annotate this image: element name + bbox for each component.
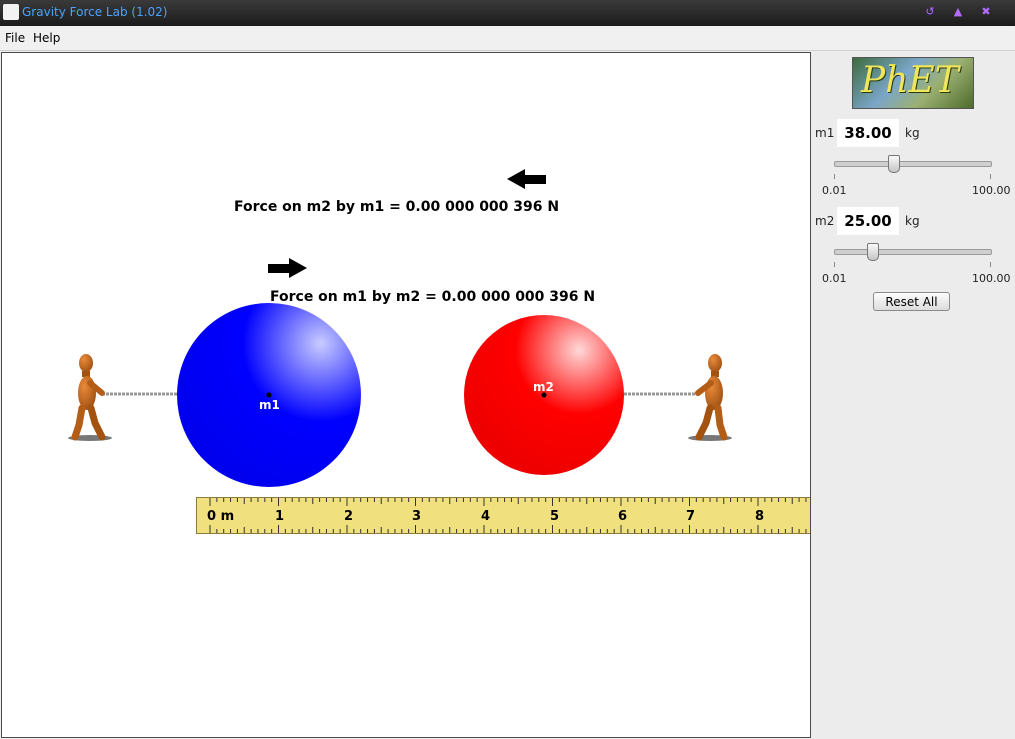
phet-logo: PhET [852, 57, 974, 109]
force-on-m2-label: Force on m2 by m1 = 0.00 000 000 396 N [234, 199, 560, 215]
ruler-label-3: 3 [412, 509, 422, 524]
ruler-label-6: 6 [618, 509, 628, 524]
measuring-ruler[interactable]: 0 m 1 2 3 4 5 6 7 8 [196, 497, 810, 534]
m2-value-field[interactable]: 25.00 [837, 207, 899, 235]
ruler-label-0: 0 m [207, 509, 235, 524]
menu-help[interactable]: Help [33, 31, 60, 45]
m1-slider-min-tick [834, 174, 835, 179]
restore-icon[interactable]: ↺ [922, 4, 938, 20]
m1-slider-thumb[interactable] [888, 155, 900, 173]
left-puller-figure [68, 354, 112, 441]
m2-slider-min: 0.01 [822, 272, 847, 285]
title-bar: Gravity Force Lab (1.02) ↺ ▲ ✖ [0, 0, 1015, 26]
force-arrow-left [507, 169, 546, 189]
m2-unit-label: kg [905, 214, 920, 228]
ruler-label-5: 5 [550, 509, 560, 524]
force-on-m1-label: Force on m1 by m2 = 0.00 000 000 396 N [270, 289, 596, 305]
ruler-label-7: 7 [686, 509, 696, 524]
m1-slider-max-tick [990, 174, 991, 179]
maximize-icon[interactable]: ▲ [950, 4, 966, 20]
m2-slider-min-tick [834, 262, 835, 267]
sim-svg [68, 169, 732, 487]
m1-value-field[interactable]: 38.00 [837, 119, 899, 147]
close-icon[interactable]: ✖ [978, 4, 994, 20]
control-panel: PhET m1 38.00 kg 0.01 100.00 m2 25.00 kg… [811, 52, 1015, 739]
ruler-label-1: 1 [275, 509, 285, 524]
m2-slider-track[interactable] [834, 249, 992, 255]
ruler-label-4: 4 [481, 509, 491, 524]
reset-all-button[interactable]: Reset All [873, 292, 950, 311]
mass-m1-center-dot [266, 392, 272, 398]
java-app-icon [3, 4, 19, 20]
m1-slider-max: 100.00 [972, 184, 1011, 197]
m2-slider-thumb[interactable] [867, 243, 879, 261]
m2-slider-max-tick [990, 262, 991, 267]
ruler-ticks [209, 498, 807, 533]
ruler-label-8: 8 [755, 509, 765, 524]
m2-slider-max: 100.00 [972, 272, 1011, 285]
m1-slider-track[interactable] [834, 161, 992, 167]
ruler-label-2: 2 [344, 509, 354, 524]
right-puller-figure [688, 354, 732, 441]
m1-slider-min: 0.01 [822, 184, 847, 197]
m1-control-label: m1 [815, 126, 835, 140]
force-arrow-right [268, 258, 307, 278]
phet-logo-text: PhET [861, 60, 959, 101]
mass-m2-label: m2 [533, 380, 554, 394]
simulation-canvas: Force on m2 by m1 = 0.00 000 000 396 N F… [1, 52, 811, 738]
m2-control-label: m2 [815, 214, 835, 228]
mass-m1-label: m1 [259, 398, 280, 412]
menu-file[interactable]: File [5, 31, 25, 45]
m1-unit-label: kg [905, 126, 920, 140]
menu-bar: File Help [0, 26, 1015, 51]
window-title: Gravity Force Lab (1.02) [22, 5, 168, 19]
